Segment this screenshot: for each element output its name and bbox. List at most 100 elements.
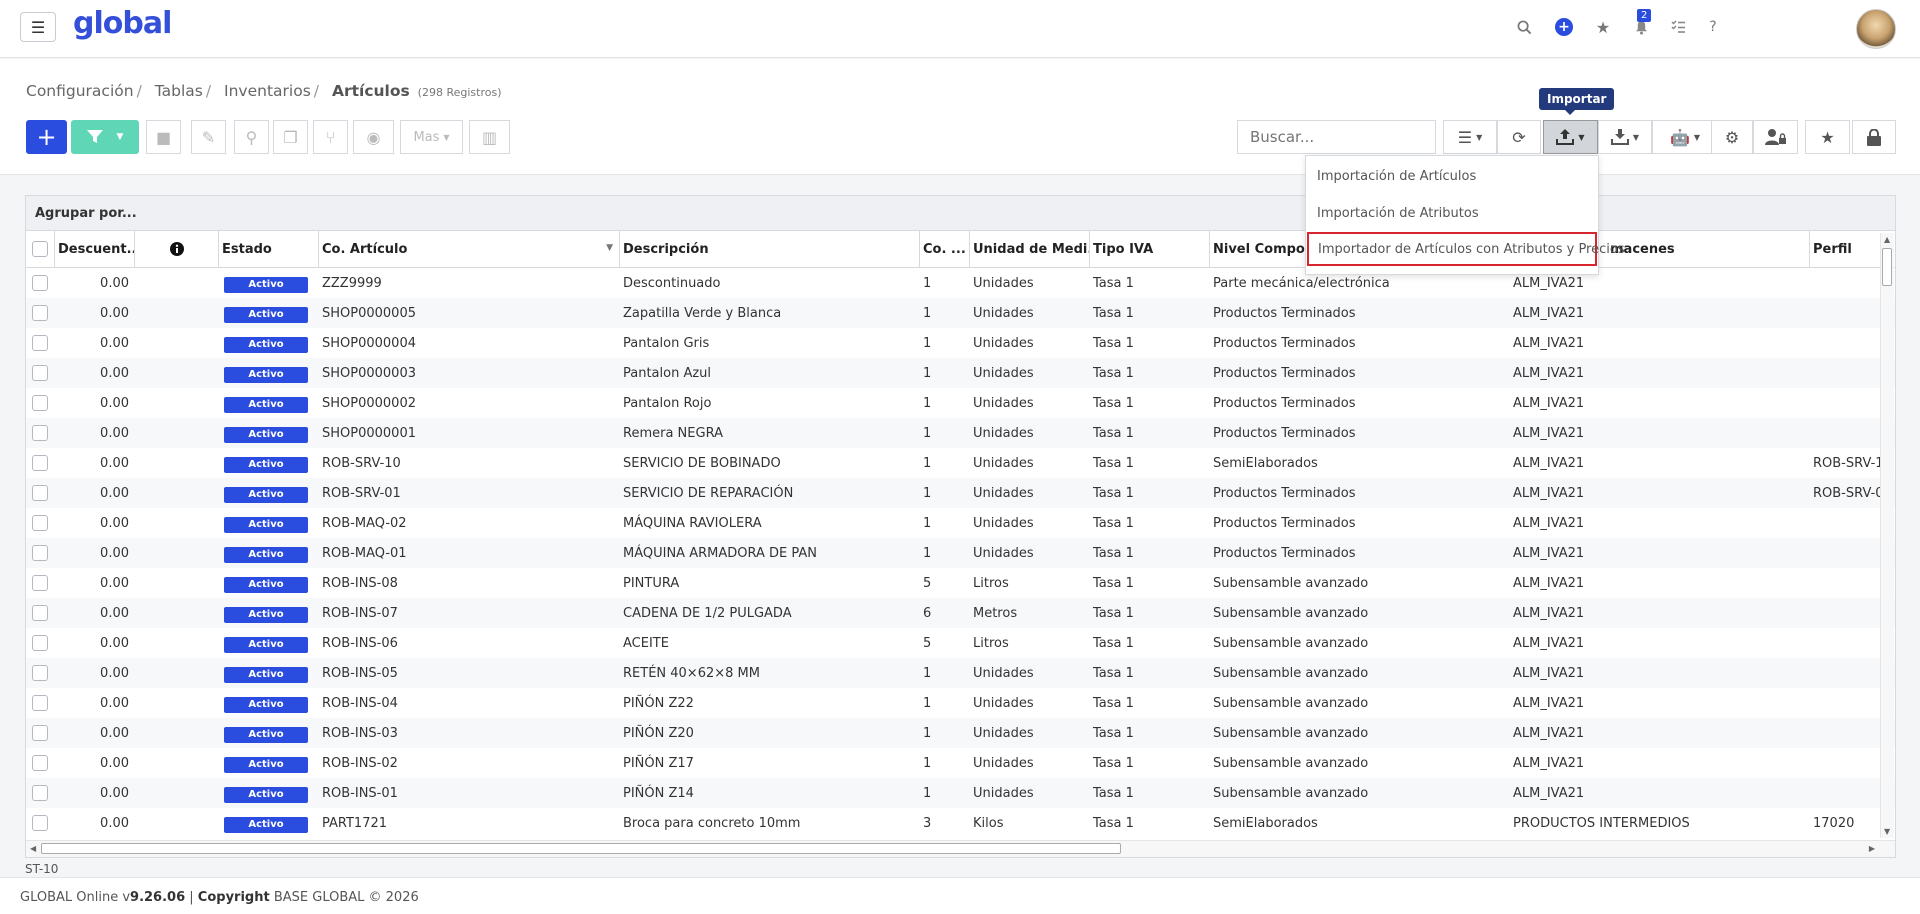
status-badge: Activo (224, 727, 308, 743)
column-header-co[interactable]: Co. ... (920, 231, 970, 268)
menu-item-importacion-atributos[interactable]: Importación de Atributos (1306, 196, 1598, 230)
row-checkbox[interactable] (26, 628, 55, 658)
user-permissions-button[interactable] (1753, 120, 1798, 154)
breadcrumb-item-tablas[interactable]: Tablas (155, 82, 203, 100)
add-circle-icon[interactable]: + (1555, 18, 1573, 36)
robot-button[interactable]: 🤖 ▼ (1652, 120, 1718, 154)
select-all-checkbox[interactable] (26, 231, 55, 268)
import-button[interactable]: ▼ (1543, 120, 1598, 154)
table-row[interactable]: 0.00 Activo SHOP0000003 Pantalon Azul 1 Unida… (26, 358, 1895, 388)
star-icon[interactable]: ★ (1593, 17, 1613, 37)
table-row[interactable]: 0.00 Activo ROB-SRV-01 SERVICIO DE REPARACI… (26, 478, 1895, 508)
binoculars-button[interactable]: ⚲ (234, 120, 269, 154)
app-logo[interactable]: global (73, 6, 172, 41)
row-checkbox[interactable] (26, 748, 55, 778)
column-header-perfil[interactable]: Perfil (1810, 231, 1882, 268)
table-row[interactable]: 0.00 Activo ZZZ9999 Descontinuado 1 Unidades T… (26, 268, 1895, 298)
table-row[interactable]: 0.00 Activo SHOP0000005 Zapatilla Verde y B… (26, 298, 1895, 328)
help-icon[interactable]: ? (1703, 17, 1723, 37)
search-icon[interactable] (1514, 17, 1534, 37)
settings-button[interactable]: ⚙ (1711, 120, 1753, 154)
refresh-icon: ⟳ (1512, 127, 1526, 147)
menu-item-importacion-articulos[interactable]: Importación de Artículos (1306, 159, 1598, 193)
view-button[interactable]: ◉ (353, 120, 394, 154)
scroll-down-icon[interactable]: ▼ (1884, 827, 1890, 836)
column-header-info[interactable] (135, 231, 219, 268)
row-checkbox[interactable] (26, 508, 55, 538)
branch-button[interactable]: ⑂ (313, 120, 348, 154)
horizontal-scrollbar[interactable]: ◀ ▶ (26, 840, 1895, 857)
barcode-button[interactable]: ▥ (469, 120, 510, 154)
cell-almacen: ALM_IVA21 (1513, 786, 1585, 801)
task-list-icon[interactable] (1668, 17, 1688, 37)
group-by-bar[interactable]: Agrupar por... (26, 196, 1895, 231)
row-checkbox[interactable] (26, 358, 55, 388)
select-all-button[interactable]: ■ (146, 120, 181, 154)
row-checkbox[interactable] (26, 328, 55, 358)
vertical-scrollbar[interactable]: ▲ ▼ (1880, 233, 1894, 838)
table-row[interactable]: 0.00 Activo ROB-INS-01 PIÑÓN Z14 1 Unidades Ta… (26, 778, 1895, 808)
table-row[interactable]: 0.00 Activo ROB-INS-08 PINTURA 5 Litros Tasa 1… (26, 568, 1895, 598)
scroll-right-icon[interactable]: ▶ (1869, 844, 1875, 853)
row-checkbox[interactable] (26, 268, 55, 298)
table-row[interactable]: 0.00 Activo ROB-INS-07 CADENA DE 1/2 PULGAD… (26, 598, 1895, 628)
row-checkbox[interactable] (26, 388, 55, 418)
favorite-button[interactable]: ★ (1805, 120, 1850, 154)
user-avatar[interactable] (1856, 9, 1896, 49)
column-header-codigo[interactable]: Co. Artículo ▼ (319, 231, 620, 268)
footer: GLOBAL Online v9.26.06 | Copyright BASE … (0, 877, 1920, 914)
column-header-descripcion[interactable]: Descripción (620, 231, 920, 268)
table-row[interactable]: 0.00 Activo PART1721 Broca para concreto 10… (26, 808, 1895, 838)
column-list-button[interactable]: ☰ ▼ (1443, 120, 1497, 154)
column-header-estado[interactable]: Estado (219, 231, 319, 268)
hamburger-menu-button[interactable]: ☰ (20, 12, 56, 42)
column-header-descuento[interactable]: Descuent... (55, 231, 135, 268)
row-checkbox[interactable] (26, 298, 55, 328)
filter-button[interactable]: ▼ (71, 120, 139, 154)
copy-button[interactable]: ❐ (273, 120, 308, 154)
table-row[interactable]: 0.00 Activo ROB-INS-06 ACEITE 5 Litros Tasa 1 S… (26, 628, 1895, 658)
row-checkbox[interactable] (26, 418, 55, 448)
cell-iva: Tasa 1 (1093, 756, 1134, 771)
row-checkbox[interactable] (26, 568, 55, 598)
column-header-tipo-iva[interactable]: Tipo IVA (1090, 231, 1210, 268)
search-input[interactable] (1237, 120, 1436, 154)
row-checkbox[interactable] (26, 448, 55, 478)
table-row[interactable]: 0.00 Activo SHOP0000002 Pantalon Rojo 1 Unida… (26, 388, 1895, 418)
cell-nivel: SemiElaborados (1213, 816, 1318, 831)
table-row[interactable]: 0.00 Activo ROB-INS-02 PIÑÓN Z17 1 Unidades Ta… (26, 748, 1895, 778)
table-row[interactable]: 0.00 Activo SHOP0000004 Pantalon Gris 1 Unida… (26, 328, 1895, 358)
vertical-scroll-thumb[interactable] (1882, 248, 1892, 286)
row-checkbox[interactable] (26, 808, 55, 838)
table-row[interactable]: 0.00 Activo ROB-INS-03 PIÑÓN Z20 1 Unidades Ta… (26, 718, 1895, 748)
refresh-button[interactable]: ⟳ (1497, 120, 1541, 154)
row-checkbox[interactable] (26, 658, 55, 688)
horizontal-scroll-thumb[interactable] (41, 843, 1121, 854)
lock-button[interactable] (1852, 120, 1896, 154)
column-header-unidad[interactable]: Unidad de Medi... (970, 231, 1090, 268)
more-button[interactable]: Mas ▼ (400, 120, 463, 154)
table-row[interactable]: 0.00 Activo ROB-MAQ-01 MÁQUINA ARMADORA DE … (26, 538, 1895, 568)
export-button[interactable]: ▼ (1598, 120, 1652, 154)
cell-co: 1 (923, 696, 932, 711)
row-checkbox[interactable] (26, 688, 55, 718)
status-badge: Activo (224, 577, 308, 593)
row-checkbox[interactable] (26, 778, 55, 808)
table-row[interactable]: 0.00 Activo ROB-SRV-10 SERVICIO DE BOBINADO… (26, 448, 1895, 478)
row-checkbox[interactable] (26, 598, 55, 628)
menu-item-importador-articulos-atributos-precios[interactable]: Importador de Artículos con Atributos y … (1307, 232, 1625, 266)
breadcrumb: Configuración / Tablas / Inventarios / Artí… (26, 82, 502, 100)
edit-button[interactable]: ✎ (191, 120, 226, 154)
scroll-left-icon[interactable]: ◀ (30, 844, 36, 853)
row-checkbox[interactable] (26, 718, 55, 748)
scroll-up-icon[interactable]: ▲ (1884, 235, 1890, 244)
table-row[interactable]: 0.00 Activo ROB-INS-04 PIÑÓN Z22 1 Unidades Ta… (26, 688, 1895, 718)
row-checkbox[interactable] (26, 538, 55, 568)
breadcrumb-item-configuracion[interactable]: Configuración (26, 82, 134, 100)
row-checkbox[interactable] (26, 478, 55, 508)
add-button[interactable]: + (26, 120, 67, 154)
table-row[interactable]: 0.00 Activo ROB-MAQ-02 MÁQUINA RAVIOLERA 1 Un… (26, 508, 1895, 538)
breadcrumb-item-inventarios[interactable]: Inventarios (224, 82, 311, 100)
table-row[interactable]: 0.00 Activo SHOP0000001 Remera NEGRA 1 Unidad… (26, 418, 1895, 448)
table-row[interactable]: 0.00 Activo ROB-INS-05 RETÉN 40×62×8 MM 1 Uni… (26, 658, 1895, 688)
